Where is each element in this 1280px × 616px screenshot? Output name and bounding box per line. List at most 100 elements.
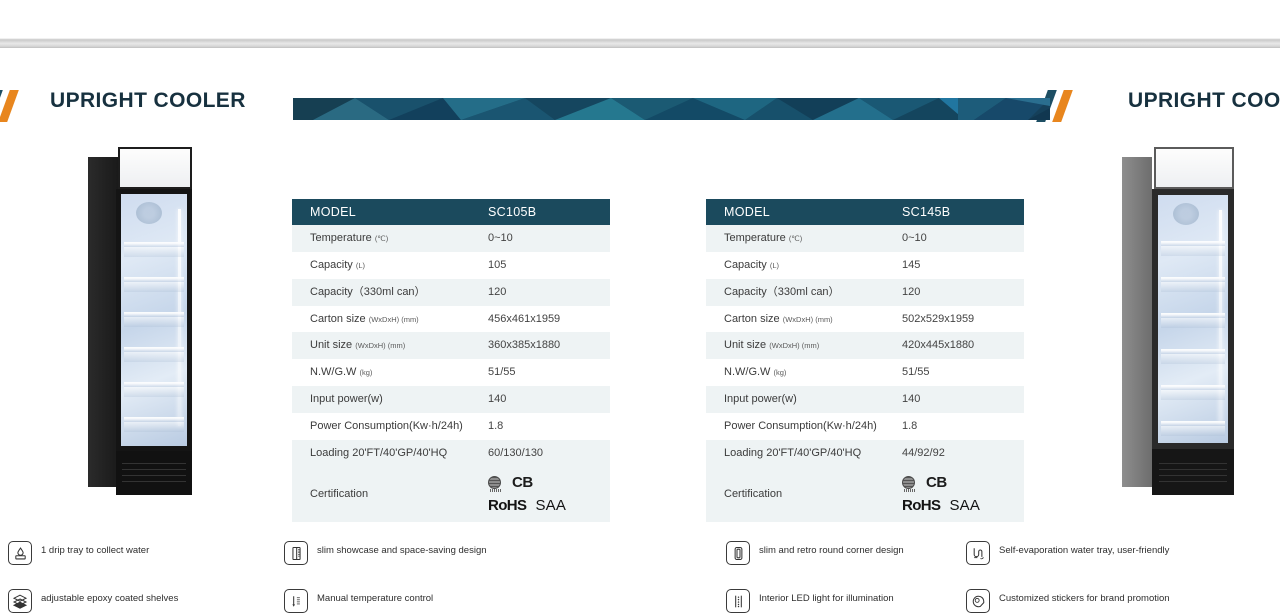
- feature-item: adjustable epoxy coated shelves: [8, 589, 178, 613]
- spec-value: 140: [902, 386, 1024, 413]
- table-row: Loading 20'FT/40'GP/40'HQ 44/92/92: [706, 439, 1024, 467]
- certification-marks: CB RoHS SAA: [902, 473, 1024, 517]
- feature-label: 1 drip tray to collect water: [41, 545, 150, 556]
- spec-value: 105: [488, 251, 610, 279]
- cabinet-side-panel: [1122, 157, 1152, 487]
- spec-label: Carton size (WxDxH) (mm): [706, 305, 902, 333]
- globe-certification-icon: [902, 476, 915, 493]
- spec-value: 51/55: [902, 359, 1024, 387]
- led-light-icon: [726, 589, 750, 613]
- canopy-lightbox: [118, 147, 192, 189]
- product-spec-sheet: UPRIGHT COOLER UPRIGHT COOLER: [0, 0, 1280, 616]
- table-header-row: MODEL SC145B: [706, 199, 1024, 225]
- spec-value: 140: [488, 386, 610, 413]
- product-image-sc145b: [1122, 145, 1234, 495]
- table-row: Input power(w) 140: [292, 386, 610, 413]
- glass-door: [1158, 195, 1228, 443]
- table-row: Input power(w) 140: [706, 386, 1024, 413]
- glass-door: [121, 194, 187, 446]
- spec-value: 1.8: [902, 412, 1024, 440]
- slim-showcase-icon: [284, 541, 308, 565]
- spec-label: Carton size (WxDxH) (mm): [292, 305, 488, 333]
- spec-label: Unit size (WxDxH) (mm): [706, 332, 902, 360]
- thermometer-icon: [284, 589, 308, 613]
- column-header-model-value: SC145B: [902, 199, 1024, 225]
- column-header-model: MODEL: [292, 199, 488, 225]
- round-corner-icon: [726, 541, 750, 565]
- spec-label: Capacity (L): [706, 251, 902, 279]
- spec-label: N.W/G.W (kg): [706, 359, 902, 387]
- spec-value: 60/130/130: [488, 439, 610, 467]
- decorative-polygon-banner: [293, 98, 1045, 120]
- feature-item: Self-evaporation water tray, user-friend…: [966, 541, 1169, 565]
- spec-rows-right: Temperature (℃) 0~10 Capacity (L) 145 Capaci…: [706, 225, 1024, 523]
- table-row: Capacity（330ml can） 120: [706, 278, 1024, 306]
- spec-label: Power Consumption(Kw·h/24h): [292, 412, 488, 440]
- top-divider: [0, 38, 1280, 48]
- page-title-left: UPRIGHT COOLER: [50, 89, 246, 112]
- spec-label: Power Consumption(Kw·h/24h): [706, 412, 902, 440]
- cb-mark: CB: [512, 473, 533, 491]
- table-row: Temperature (℃) 0~10: [292, 225, 610, 252]
- spec-value: 360x385x1880: [488, 332, 610, 360]
- table-row-certification: Certification CB RoHS SAA: [292, 466, 610, 523]
- feature-label: slim and retro round corner design: [759, 545, 904, 556]
- slash-accent-left: [0, 88, 32, 124]
- certification-marks: CB RoHS SAA: [488, 473, 610, 517]
- spec-value: 1.8: [488, 412, 610, 440]
- glass-door-frame: [116, 189, 192, 451]
- spec-label: Input power(w): [292, 386, 488, 413]
- table-row: Temperature (℃) 0~10: [706, 225, 1024, 252]
- table-row: N.W/G.W (kg) 51/55: [706, 359, 1024, 387]
- saa-mark: SAA: [535, 496, 567, 514]
- column-header-model-value: SC105B: [488, 199, 610, 225]
- drip-tray-icon: [8, 541, 32, 565]
- table-row: N.W/G.W (kg) 51/55: [292, 359, 610, 387]
- spec-table-sc105b: MODEL SC105B Temperature (℃) 0~10 Capacity…: [292, 199, 610, 523]
- spec-value: CB RoHS SAA: [902, 466, 1024, 523]
- page-title-right: UPRIGHT COOLER: [1128, 89, 1280, 112]
- feature-label: slim showcase and space-saving design: [317, 545, 487, 556]
- evaporator-fan: [135, 202, 162, 224]
- spec-label: Temperature (℃): [706, 225, 902, 252]
- table-row: Unit size (WxDxH) (mm) 360x385x1880: [292, 332, 610, 360]
- spec-label: N.W/G.W (kg): [292, 359, 488, 387]
- feature-label: Customized stickers for brand promotion: [999, 593, 1170, 604]
- spec-value: 120: [488, 278, 610, 306]
- spec-label: Input power(w): [706, 386, 902, 413]
- spec-label: Unit size (WxDxH) (mm): [292, 332, 488, 360]
- feature-item: slim showcase and space-saving design: [284, 541, 487, 565]
- rohs-mark: RoHS: [902, 496, 941, 514]
- table-row: Unit size (WxDxH) (mm) 420x445x1880: [706, 332, 1024, 360]
- spec-label: Certification: [706, 466, 902, 523]
- base-compartment: [1152, 449, 1234, 495]
- water-tray-icon: [966, 541, 990, 565]
- feature-label: adjustable epoxy coated shelves: [41, 593, 179, 604]
- spec-label: Certification: [292, 466, 488, 523]
- evaporator-fan: [1173, 203, 1200, 225]
- spec-value: 0~10: [902, 225, 1024, 252]
- table-row: Capacity (L) 145: [706, 251, 1024, 279]
- rohs-mark: RoHS: [488, 496, 527, 514]
- spec-label: Loading 20'FT/40'GP/40'HQ: [292, 439, 488, 467]
- decorative-polygon-banner-right: [958, 98, 1050, 120]
- spec-value: 502x529x1959: [902, 305, 1024, 333]
- table-row: Capacity（330ml can） 120: [292, 278, 610, 306]
- spec-value: 44/92/92: [902, 439, 1024, 467]
- feature-item: Interior LED light for illumination: [726, 589, 894, 613]
- product-image-sc105b: [88, 145, 192, 495]
- spec-value: 51/55: [488, 359, 610, 387]
- glass-door-frame: [1152, 189, 1234, 449]
- feature-label: Self-evaporation water tray, user-friend…: [999, 545, 1170, 556]
- spec-value: 0~10: [488, 225, 610, 252]
- spec-label: Loading 20'FT/40'GP/40'HQ: [706, 439, 902, 467]
- globe-certification-icon: [488, 476, 501, 493]
- stacked-shelves-icon: [8, 589, 32, 613]
- feature-item: Customized stickers for brand promotion: [966, 589, 1170, 613]
- spec-value: CB RoHS SAA: [488, 466, 610, 523]
- table-row: Capacity (L) 105: [292, 251, 610, 279]
- table-row-certification: Certification CB RoHS SAA: [706, 466, 1024, 523]
- spec-label: Temperature (℃): [292, 225, 488, 252]
- table-row: Carton size (WxDxH) (mm) 502x529x1959: [706, 305, 1024, 333]
- spec-value: 145: [902, 251, 1024, 279]
